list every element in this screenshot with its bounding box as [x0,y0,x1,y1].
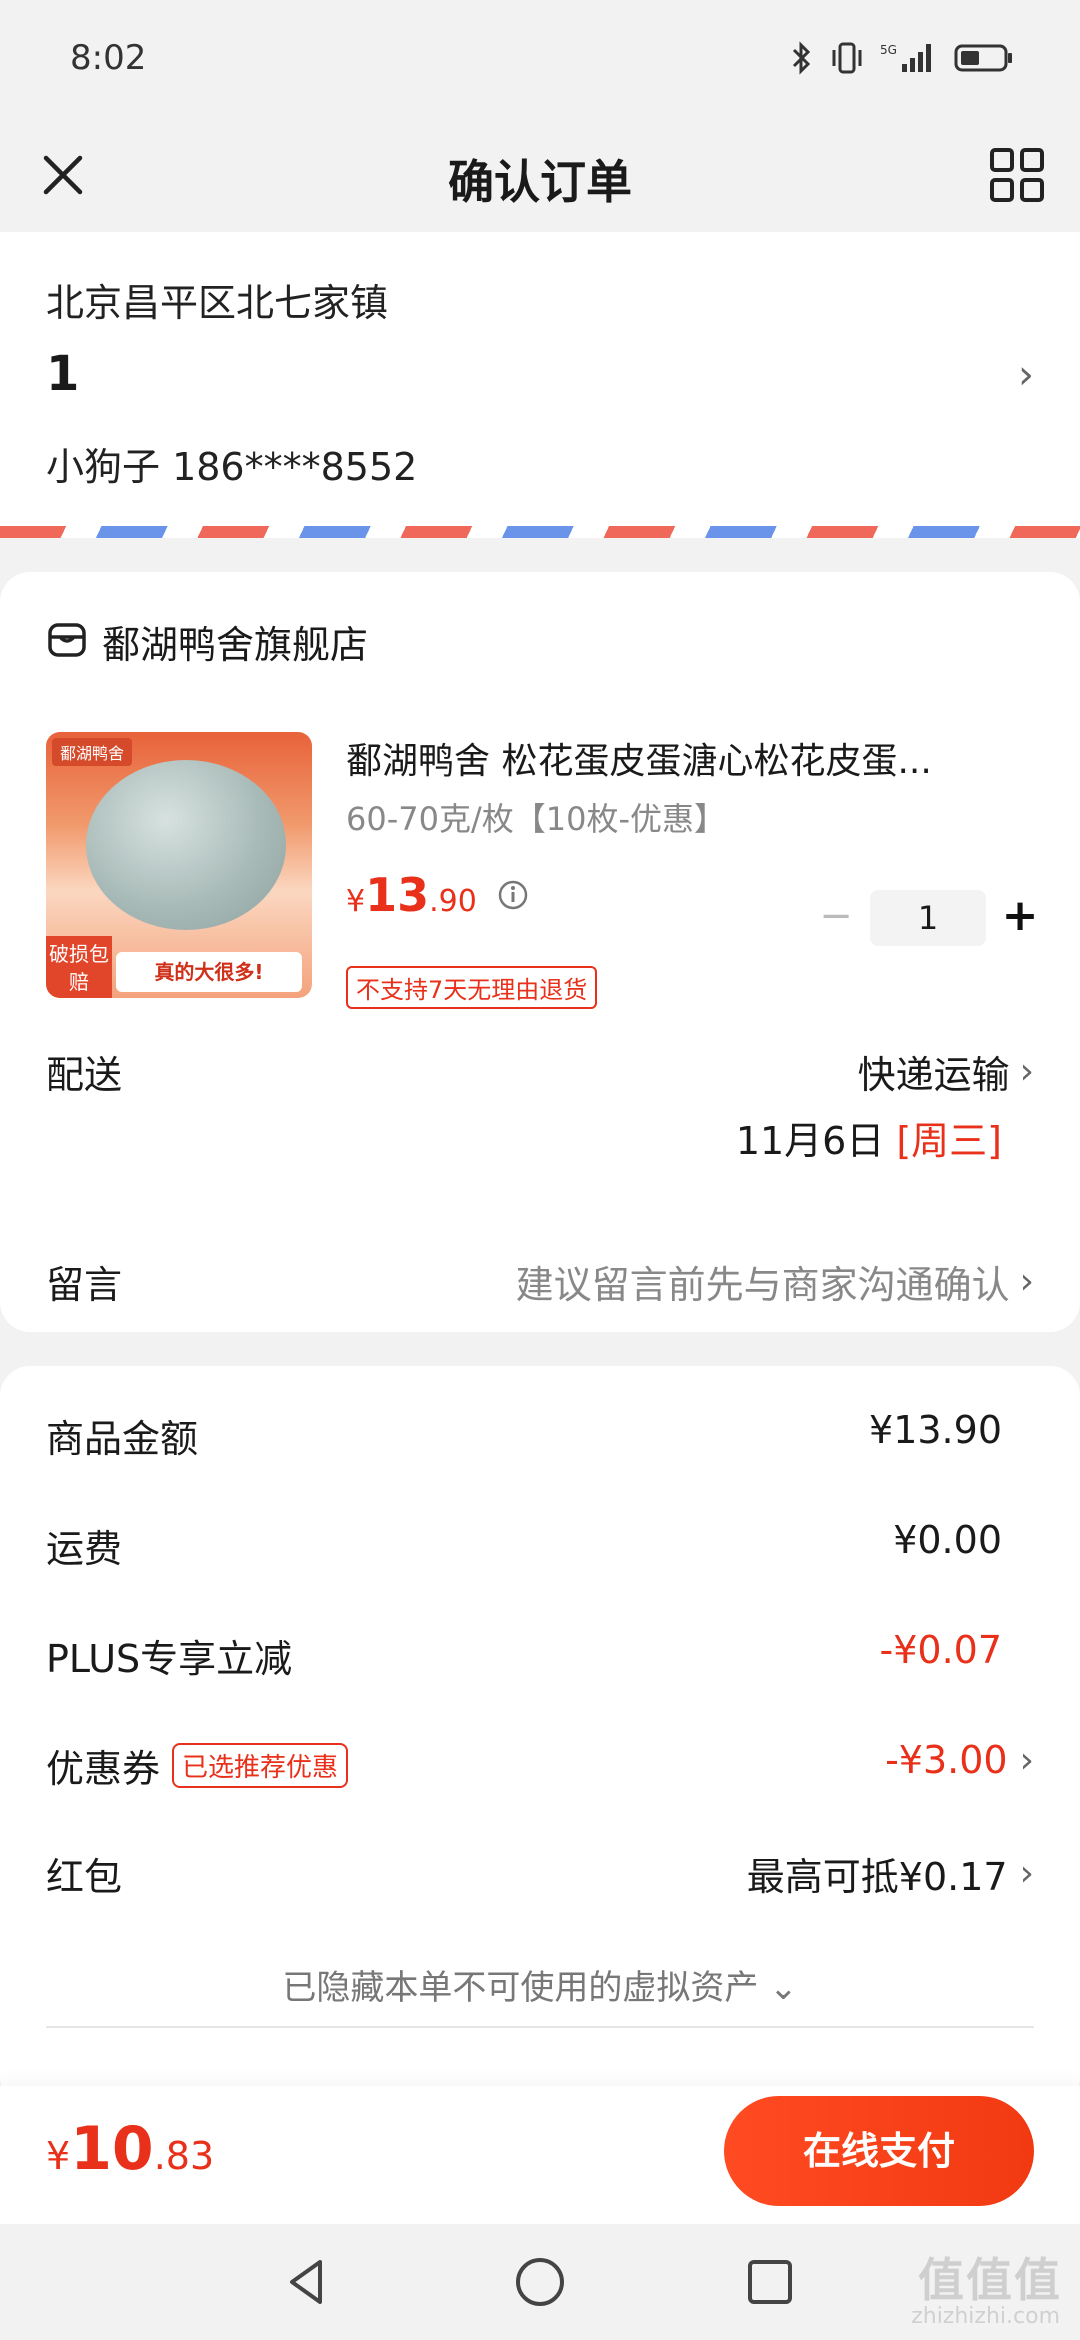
store-icon [46,619,88,665]
store-header[interactable]: 鄱湖鸭舍旗舰店 [46,614,368,669]
message-placeholder: 建议留言前先与商家沟通确认 [515,1263,1010,1307]
bluetooth-icon [790,40,814,80]
delivery-method-text: 快递运输 [857,1053,1010,1097]
quantity-stepper: − 1 + [816,890,1040,946]
bottom-pay-bar: ¥ 10 .83 在线支付 [0,2086,1080,2224]
summary-label: 商品金额 [46,1417,199,1461]
return-policy-badge: 不支持7天无理由退货 [346,966,598,1009]
chevron-right-icon: › [1019,1261,1034,1302]
delivery-method[interactable]: 快递运输 › [858,1044,1034,1099]
watermark-url: zhizhizhi.com [911,2304,1060,2329]
divider [46,2026,1034,2028]
svg-text:5G: 5G [880,43,897,57]
signal-icon: 5G [880,40,938,80]
summary-row-coupon[interactable]: 优惠券 已选推荐优惠 -¥3.00 › [46,1738,1034,1798]
chevron-right-icon: › [1019,1051,1034,1092]
summary-label-group: 优惠券 已选推荐优惠 [46,1738,349,1793]
summary-value-group: -¥3.00 › [885,1738,1034,1782]
nav-bar: 确认订单 [0,120,1080,232]
egg-illustration [86,760,286,930]
chevron-right-icon: › [1019,1739,1034,1781]
product-image-guarantee-tag: 破损包赔 [46,936,112,998]
quantity-value[interactable]: 1 [870,890,986,946]
summary-value: ¥0.00 [893,1518,1002,1562]
chevron-right-icon: › [1019,1853,1034,1894]
back-icon[interactable] [280,2254,336,2310]
summary-row-shipping: 运费 ¥0.00 [46,1518,1034,1578]
delivery-date-text: 11月6日 [735,1119,885,1163]
hidden-assets-text: 已隐藏本单不可使用的虚拟资产 [282,1968,759,2008]
summary-row-goods: 商品金额 ¥13.90 [46,1408,1034,1468]
hidden-assets-toggle[interactable]: 已隐藏本单不可使用的虚拟资产 ⌄ [0,1960,1080,2009]
product-image-brand-tag: 鄱湖鸭舍 [52,738,133,766]
summary-value: ¥13.90 [869,1408,1002,1452]
address-card[interactable]: 北京昌平区北七家镇 1 小狗子 186****8552 › [0,232,1080,532]
status-bar: 8:02 5G [0,0,1080,120]
chevron-right-icon: › [1018,352,1034,398]
product-spec[interactable]: 60-70克/枚【10枚-优惠】 [346,794,726,840]
chevron-down-icon: ⌄ [769,1968,798,2008]
home-icon[interactable] [512,2254,568,2310]
info-icon[interactable] [497,879,529,911]
store-name: 鄱湖鸭舍旗舰店 [102,623,369,667]
message-label: 留言 [46,1263,123,1307]
address-contact: 小狗子 186****8552 [46,445,418,489]
message-input[interactable]: 建议留言前先与商家沟通确认 › [516,1254,1034,1309]
summary-row-plus-discount: PLUS专享立减 -¥0.07 [46,1628,1034,1688]
price-decimal: .90 [429,884,477,919]
page-title: 确认订单 [448,155,632,209]
product-title[interactable]: 鄱湖鸭舍 松花蛋皮蛋溏心松花皮蛋... [346,732,1016,784]
total-currency: ¥ [46,2134,71,2178]
delivery-date: 11月6日 [周三] [736,1110,1002,1165]
battery-icon [954,40,1014,80]
delivery-label: 配送 [46,1053,123,1097]
product-price: ¥ 13 .90 [346,868,529,922]
summary-value: 最高可抵¥0.17 [746,1855,1008,1899]
product-image-slogan-tag: 真的大很多! [116,952,302,992]
coupon-badge: 已选推荐优惠 [172,1743,349,1788]
recents-icon[interactable] [742,2254,798,2310]
grid-menu-icon[interactable] [984,142,1050,208]
status-icons: 5G [790,40,1014,80]
quantity-decrease-button[interactable]: − [816,896,856,938]
summary-label: 红包 [46,1855,123,1899]
address-region: 北京昌平区北七家镇 [46,281,389,325]
summary-label: PLUS专享立减 [46,1637,293,1681]
quantity-increase-button[interactable]: + [1000,894,1040,938]
watermark-logo: 值值值 [918,2253,1062,2307]
vibrate-icon [830,40,864,80]
store-card: 鄱湖鸭舍旗舰店 鄱湖鸭舍 破损包赔 真的大很多! 鄱湖鸭舍 松花蛋皮蛋溏心松花皮… [0,572,1080,1332]
summary-label: 优惠券 [46,1747,161,1791]
status-time: 8:02 [70,38,147,78]
price-integer: 13 [365,868,430,922]
airmail-stripe-divider [0,526,1080,538]
summary-value-group: 最高可抵¥0.17 › [747,1846,1034,1901]
summary-label: 运费 [46,1527,123,1571]
delivery-weekday: [周三] [896,1119,1002,1163]
summary-row-red-packet[interactable]: 红包 最高可抵¥0.17 › [46,1846,1034,1906]
total-decimal: .83 [153,2134,215,2178]
pay-online-button[interactable]: 在线支付 [724,2096,1034,2206]
address-detail: 1 [46,346,80,402]
product-image[interactable]: 鄱湖鸭舍 破损包赔 真的大很多! [46,732,312,998]
price-currency: ¥ [346,884,366,919]
summary-value: -¥3.00 [885,1738,1008,1782]
total-integer: 10 [70,2114,154,2184]
summary-value: -¥0.07 [879,1628,1003,1672]
total-price: ¥ 10 .83 [46,2114,214,2184]
